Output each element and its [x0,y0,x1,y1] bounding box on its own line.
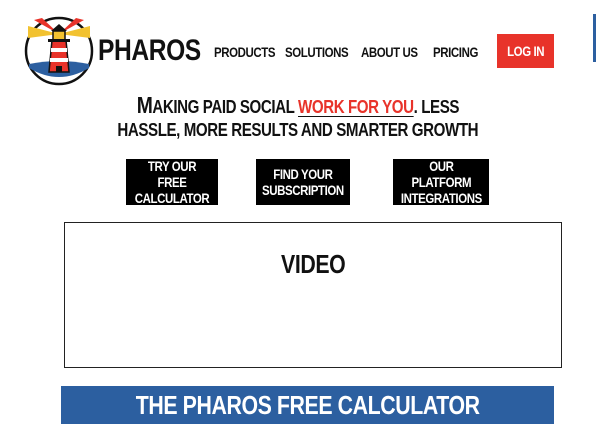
section-title: THE PHAROS FREE CALCULATOR [135,389,480,420]
tagline-highlight: WORK FOR YOU [298,97,414,117]
platform-integrations-button[interactable]: OUR PLATFORM INTEGRATIONS [393,158,489,206]
login-button[interactable]: LOG IN [497,34,554,68]
nav-item-solutions[interactable]: SOLUTIONS [285,44,349,60]
video-label: VIDEO [65,249,561,280]
login-button-label: LOG IN [506,43,545,59]
nav-item-about-us[interactable]: ABOUT US [361,44,418,60]
nav-item-products[interactable]: PRODUCTS [214,44,276,60]
video-label-text: VIDEO [280,249,346,279]
free-calculator-label: TRY OUR FREE CALCULATOR [134,158,210,206]
free-calculator-button[interactable]: TRY OUR FREE CALCULATOR [126,158,218,206]
tagline-text-1: AKING PAID SOCIAL [152,97,299,117]
tagline-text-3: HASSLE, MORE RESULTS AND SMARTER GROWTH [117,120,479,140]
tagline-line-1: MAKING PAID SOCIAL WORK FOR YOU. LESS [0,92,596,119]
tagline-initial: M [136,92,153,118]
platform-integrations-label: OUR PLATFORM INTEGRATIONS [400,158,482,206]
lighthouse-logo-icon[interactable] [24,16,94,86]
video-player[interactable]: VIDEO [64,222,562,368]
brand-name[interactable]: PHAROS [98,34,201,68]
nav-item-pricing[interactable]: PRICING [433,44,478,60]
find-subscription-label: FIND YOUR SUBSCRIPTION [262,166,344,198]
section-title-banner: THE PHAROS FREE CALCULATOR [61,386,554,424]
tagline-text-2: . LESS [413,97,460,117]
tagline-line-2: HASSLE, MORE RESULTS AND SMARTER GROWTH [0,120,596,141]
find-subscription-button[interactable]: FIND YOUR SUBSCRIPTION [256,159,350,205]
